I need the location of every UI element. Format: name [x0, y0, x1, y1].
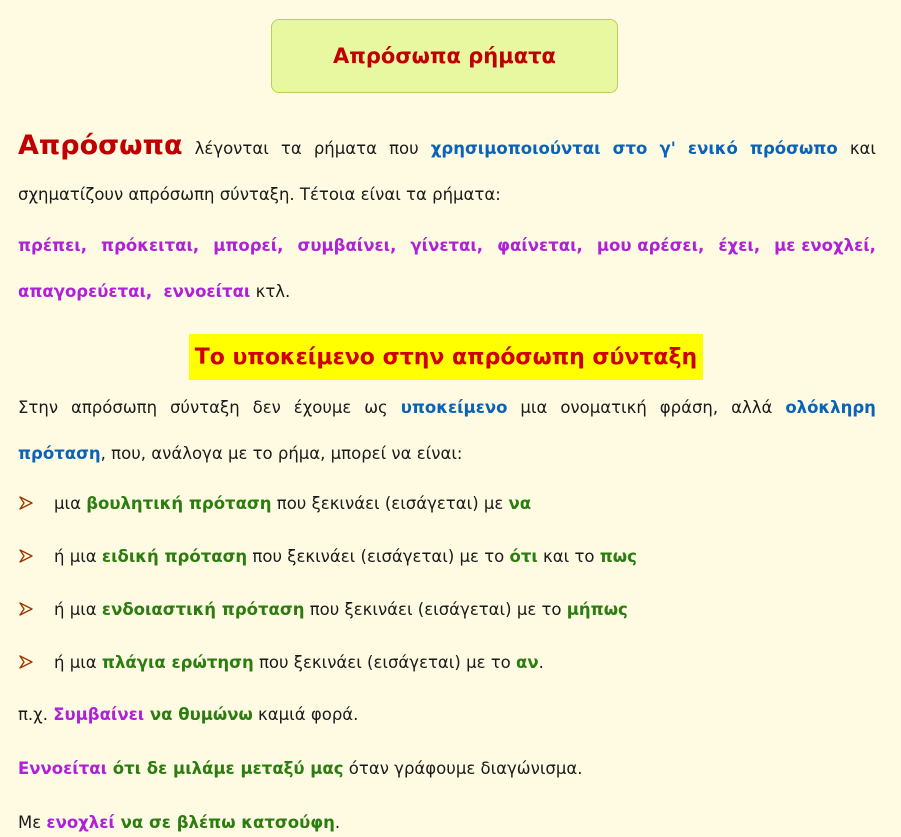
bullet-item: ή μια πλάγια ερώτηση που ξεκινάει (εισάγ…: [18, 647, 878, 677]
highlight-word: ενικό: [687, 139, 738, 158]
subtitle: Το υποκείμενο στην απρόσωπη σύνταξη: [194, 344, 698, 370]
conjunction: αν: [516, 652, 539, 672]
text: που ξεκινάει (εισάγεται) με το: [253, 652, 517, 672]
text: που ξεκινάει (εισάγεται) με: [271, 493, 509, 513]
text: μια: [54, 493, 87, 513]
verbs-line-1: πρέπει, πρόκειται, μπορεί, συμβαίνει, γί…: [18, 223, 876, 269]
verb: γίνεται,: [410, 236, 484, 255]
word: απρόσωπη: [70, 398, 158, 417]
text: που ξεκινάει (εισάγεται) με το: [247, 546, 510, 566]
conjunction: πως: [599, 546, 637, 566]
highlight-word: ολόκληρη: [785, 398, 876, 417]
arrow-bullet-icon: [19, 602, 33, 616]
text: ή μια: [54, 652, 102, 672]
verbs-line-2: απαγορεύεται, εννοείται κτλ.: [18, 269, 876, 315]
text: Με: [18, 813, 47, 832]
text: .: [334, 813, 341, 832]
example-line: Με ενοχλεί να σε βλέπω κατσούφη.: [18, 813, 878, 832]
conjunction: μήπως: [566, 599, 628, 619]
clause-type: βουλητική πρόταση: [86, 493, 272, 513]
conjunction: ότι: [509, 546, 538, 566]
verb: μπορεί,: [213, 236, 284, 255]
word: ονοματική: [560, 398, 647, 417]
word: σύνταξη: [169, 398, 240, 417]
arrow-bullet-icon: [19, 496, 33, 510]
text: .: [538, 652, 544, 672]
subject-paragraph: Στην απρόσωπη σύνταξη δεν έχουμε ως υποκ…: [18, 385, 876, 477]
verb: έχει,: [718, 236, 761, 255]
clause: να θυμώνω: [144, 705, 253, 724]
verbs-paragraph: πρέπει, πρόκειται, μπορεί, συμβαίνει, γί…: [18, 223, 876, 315]
term-impersonal: Απρόσωπα: [18, 130, 183, 161]
text: που ξεκινάει (εισάγεται) με το: [304, 599, 567, 619]
word: ρήματα: [313, 139, 377, 158]
clause: ότι δε μιλάμε μεταξύ μας: [107, 759, 344, 778]
conjunction: να: [508, 493, 532, 513]
subject-line-1: Στην απρόσωπη σύνταξη δεν έχουμε ως υποκ…: [18, 385, 876, 431]
text: και το: [537, 546, 600, 566]
bullet-item: ή μια ειδική πρόταση που ξεκινάει (εισάγ…: [18, 541, 878, 571]
word: δεν: [252, 398, 281, 417]
text: καμιά φορά.: [252, 705, 359, 724]
highlight-word: στο: [612, 139, 648, 158]
page-title: Απρόσωπα ρήματα: [333, 44, 556, 68]
verb: απαγορεύεται,: [18, 282, 153, 301]
example-line: Εννοείται ότι δε μιλάμε μεταξύ μας όταν …: [18, 759, 878, 778]
clause-type: ενδοιαστική πρόταση: [101, 599, 305, 619]
word: μια: [520, 398, 548, 417]
bullet-item: ή μια ενδοιαστική πρόταση που ξεκινάει (…: [18, 594, 878, 624]
highlight-word: γ': [659, 139, 676, 158]
arrow-bullet-icon: [19, 655, 33, 669]
word: αλλά: [731, 398, 773, 417]
etc-text: κτλ.: [250, 282, 291, 301]
verb: μου αρέσει,: [596, 236, 705, 255]
verb: φαίνεται,: [497, 236, 583, 255]
intro-line-2: σχηματίζουν απρόσωπη σύνταξη. Τέτοια είν…: [18, 185, 501, 204]
intro-paragraph: Απρόσωπα λέγονται τα ρήματα που χρησιμοπ…: [18, 123, 876, 218]
word: Στην: [18, 398, 59, 417]
highlight-word: χρησιμοποιούνται: [430, 139, 601, 158]
clause: να σε βλέπω κατσούφη: [114, 813, 335, 832]
verb: Συμβαίνει: [53, 705, 145, 724]
word: λέγονται: [194, 139, 269, 158]
highlight-word: πρόσωπο: [749, 139, 838, 158]
word: φράση,: [659, 398, 719, 417]
bullet-item: μια βουλητική πρόταση που ξεκινάει (εισά…: [18, 488, 878, 518]
verb: ενοχλεί: [46, 813, 115, 832]
verb: συμβαίνει,: [297, 236, 397, 255]
verb: με ενοχλεί,: [774, 236, 876, 255]
subtitle-box: Το υποκείμενο στην απρόσωπη σύνταξη: [189, 334, 703, 380]
arrow-bullet-icon: [19, 549, 33, 563]
word: που: [389, 139, 419, 158]
intro-line-1: Απρόσωπα λέγονται τα ρήματα που χρησιμοπ…: [18, 123, 876, 172]
verb: πρόκειται,: [101, 236, 200, 255]
clause-type: πλάγια ερώτηση: [101, 652, 254, 672]
text: , που, ανάλογα με το ρήμα, μπορεί να είν…: [100, 444, 463, 463]
clause-type: ειδική πρόταση: [101, 546, 248, 566]
word: και: [849, 139, 876, 158]
text: π.χ.: [18, 705, 54, 724]
word: έχουμε: [293, 398, 352, 417]
text: ή μια: [54, 599, 102, 619]
highlight-word: πρόταση: [18, 444, 101, 463]
example-line: π.χ. Συμβαίνει να θυμώνω καμιά φορά.: [18, 705, 878, 724]
subject-line-2: πρόταση, που, ανάλογα με το ρήμα, μπορεί…: [18, 431, 876, 477]
text: όταν γράφουμε διαγώνισμα.: [343, 759, 583, 778]
word: ως: [364, 398, 388, 417]
word: τα: [280, 139, 302, 158]
text: ή μια: [54, 546, 102, 566]
verb: Εννοείται: [18, 759, 107, 778]
verb: εννοείται: [163, 282, 251, 301]
highlight-word: υποκείμενο: [400, 398, 508, 417]
title-box: Απρόσωπα ρήματα: [271, 19, 618, 93]
verb: πρέπει,: [18, 236, 87, 255]
